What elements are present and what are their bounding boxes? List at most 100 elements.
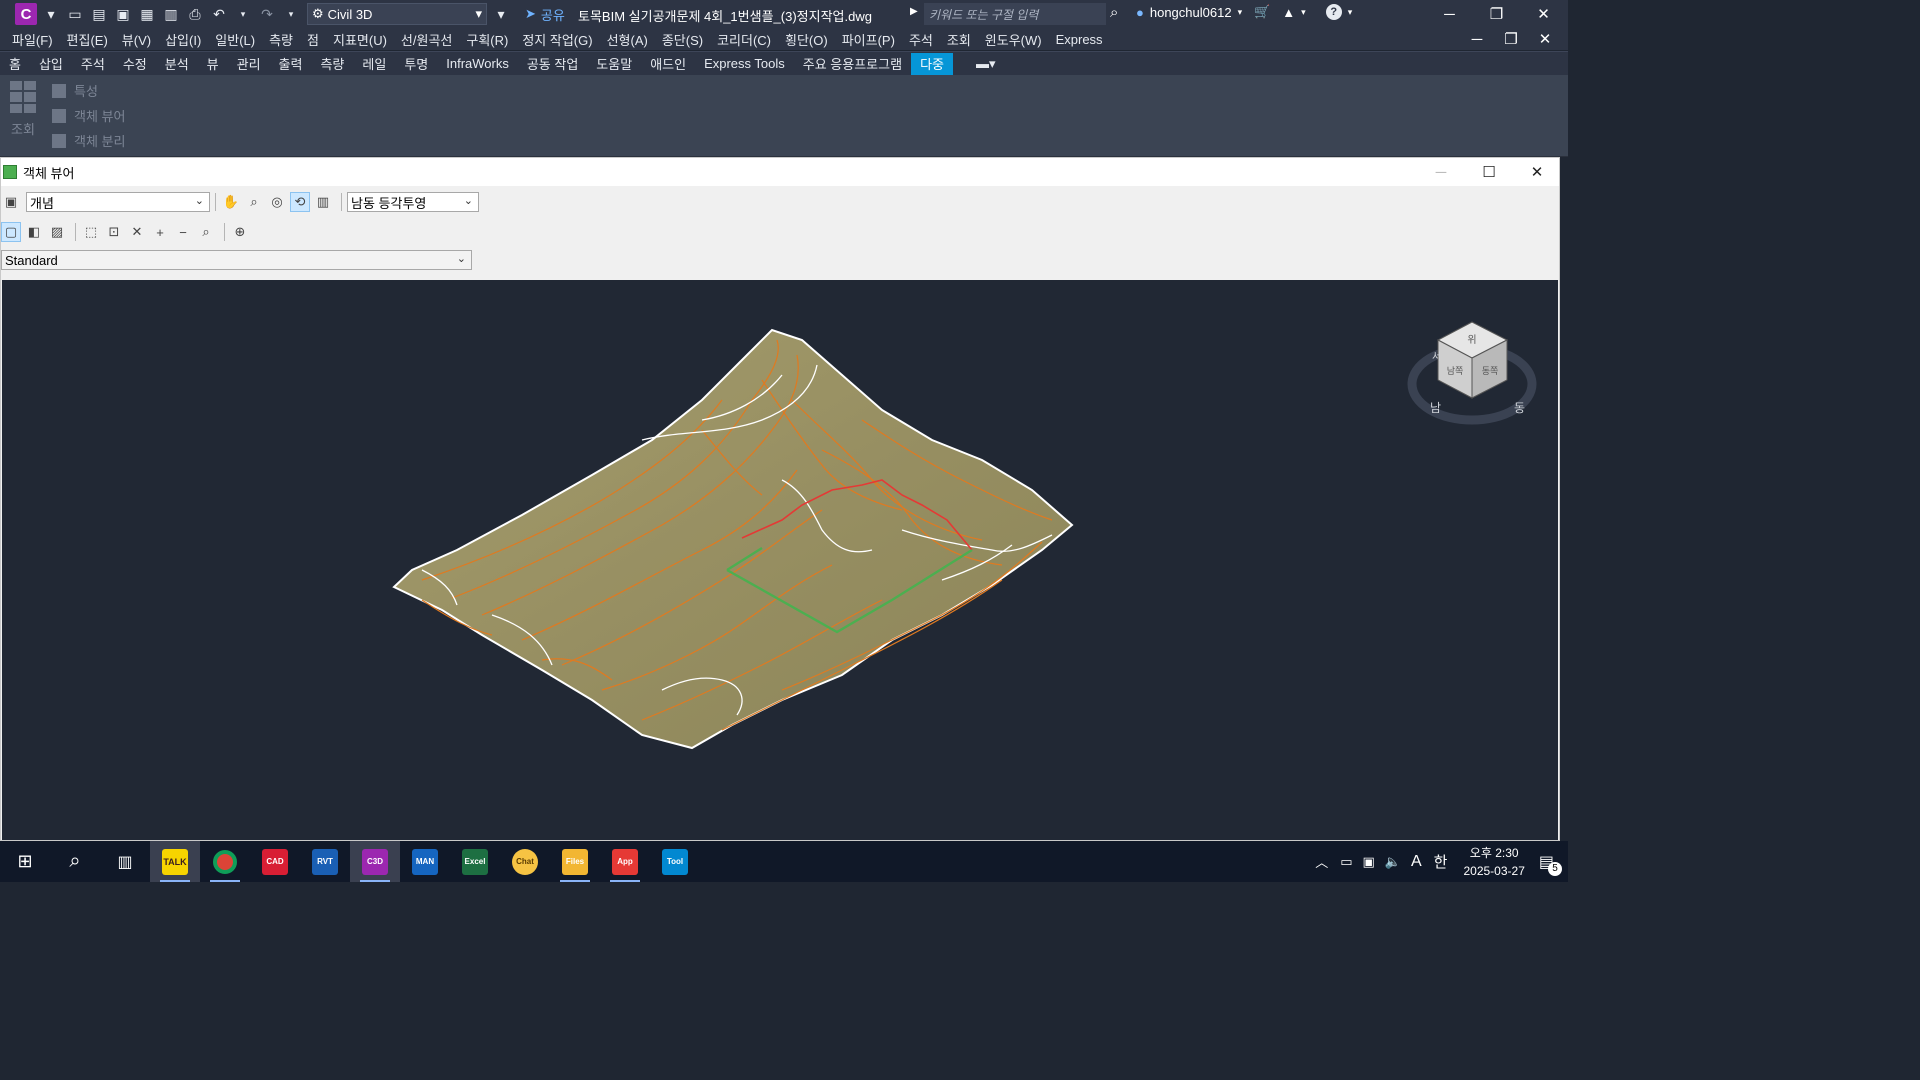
redo-icon[interactable]: ↷ xyxy=(257,4,277,24)
render-icon[interactable]: ▨ xyxy=(47,222,67,242)
menu-file[interactable]: 파일(F) xyxy=(12,30,53,49)
wireframe-icon[interactable]: ▢ xyxy=(1,222,21,242)
free-orbit-icon[interactable]: ⟲ xyxy=(290,192,310,212)
taskbar-app[interactable]: App xyxy=(600,841,650,882)
tab-output[interactable]: 출력 xyxy=(270,53,312,75)
tab-analyze[interactable]: 분석 xyxy=(156,53,198,75)
search-input[interactable]: 키워드 또는 구절 입력 xyxy=(924,3,1106,25)
minimize-icon[interactable]: ─ xyxy=(1426,0,1473,28)
menu-sections[interactable]: 횡단(O) xyxy=(785,30,828,49)
battery-icon[interactable]: ▭ xyxy=(1340,854,1352,870)
viewcube[interactable]: 위 남쪽 동쪽 남 동 서 xyxy=(1407,321,1537,425)
menu-grading[interactable]: 정지 작업(G) xyxy=(522,30,592,49)
zoom-object-icon[interactable]: ⊡ xyxy=(104,222,124,242)
undo-dropdown-icon[interactable]: ▾ xyxy=(233,4,253,24)
zoom-window-icon[interactable]: ⬚ xyxy=(81,222,101,242)
zoom-out-icon[interactable]: − xyxy=(173,222,193,242)
menu-points[interactable]: 점 xyxy=(307,30,319,49)
3d-viewport[interactable]: 위 남쪽 동쪽 남 동 서 xyxy=(2,280,1558,840)
civil3d-logo-icon[interactable]: C xyxy=(15,3,37,25)
tab-express-tools[interactable]: Express Tools xyxy=(695,53,794,75)
visual-style-select[interactable]: 개념 ⌄ xyxy=(26,192,210,212)
taskbar-kakaotalk[interactable]: TALK xyxy=(150,841,200,882)
tab-rail[interactable]: 레일 xyxy=(353,53,395,75)
inquiry-big-button[interactable]: 조회 xyxy=(8,81,38,141)
autodesk-icon[interactable]: ▲ xyxy=(1282,5,1295,20)
taskbar-tool[interactable]: Tool xyxy=(650,841,700,882)
user-menu[interactable]: ● hongchul0612 ▾ 🛒 ▲ ▾ ? ▾ xyxy=(1136,4,1352,20)
menu-express[interactable]: Express xyxy=(1056,32,1103,47)
task-view-button[interactable]: ▥ xyxy=(100,841,150,882)
menu-profiles[interactable]: 종단(S) xyxy=(662,30,703,49)
ime-mode[interactable]: A xyxy=(1411,853,1422,871)
expand-arrow-icon[interactable]: ▶ xyxy=(910,6,918,17)
zoom-icon[interactable]: ⌕ xyxy=(244,192,264,212)
logo-dropdown-icon[interactable]: ▾ xyxy=(41,4,61,24)
menu-survey[interactable]: 측량 xyxy=(269,30,293,49)
taskbar-chat[interactable]: Chat xyxy=(500,841,550,882)
view-direction-select[interactable]: 남동 등각투영 ⌄ xyxy=(347,192,479,212)
help-icon[interactable]: ? xyxy=(1325,4,1342,20)
tab-insert[interactable]: 삽입 xyxy=(30,53,72,75)
menu-window[interactable]: 윈도우(W) xyxy=(985,30,1042,49)
menu-alignments[interactable]: 선형(A) xyxy=(607,30,648,49)
tab-modify[interactable]: 수정 xyxy=(114,53,156,75)
pan-icon[interactable]: ✋ xyxy=(221,192,241,212)
properties-button[interactable]: 특성 xyxy=(52,81,98,100)
viewer-maximize-icon[interactable]: ☐ xyxy=(1465,158,1513,186)
workspace-selector[interactable]: ⚙ Civil 3D ▾ xyxy=(307,3,487,25)
taskbar-file-explorer[interactable]: Files xyxy=(550,841,600,882)
share-button[interactable]: ➤ 공유 xyxy=(525,5,565,24)
object-viewer-title-bar[interactable]: 객체 뷰어 ─ ☐ ✕ xyxy=(1,158,1559,186)
doc-close-icon[interactable]: ✕ xyxy=(1528,28,1562,50)
menu-pipes[interactable]: 파이프(P) xyxy=(842,30,895,49)
network-icon[interactable]: ▣ xyxy=(1363,854,1375,870)
ribbon-options-icon[interactable]: ▬▾ xyxy=(967,53,1005,75)
volume-icon[interactable]: 🔈 xyxy=(1385,854,1401,870)
cart-icon[interactable]: 🛒 xyxy=(1254,4,1270,20)
tab-infraworks[interactable]: InfraWorks xyxy=(437,53,518,75)
new-file-icon[interactable]: ▭ xyxy=(65,4,85,24)
object-viewer-button[interactable]: 객체 뷰어 xyxy=(52,106,125,125)
close-icon[interactable]: ✕ xyxy=(1520,0,1567,28)
tab-collaborate[interactable]: 공동 작업 xyxy=(518,53,587,75)
orbit-icon[interactable]: ◎ xyxy=(267,192,287,212)
menu-edit[interactable]: 편집(E) xyxy=(67,30,108,49)
menu-view[interactable]: 뷰(V) xyxy=(122,30,151,49)
tab-multiple[interactable]: 다중 xyxy=(911,52,953,75)
menu-parcels[interactable]: 구획(R) xyxy=(466,30,508,49)
save-icon[interactable]: ▣ xyxy=(113,4,133,24)
customize-dropdown-icon[interactable]: ▾ xyxy=(491,4,511,24)
taskbar-revit[interactable]: RVT xyxy=(300,841,350,882)
start-button[interactable]: ⊞ xyxy=(0,841,50,882)
redo-dropdown-icon[interactable]: ▾ xyxy=(281,4,301,24)
open-folder-icon[interactable]: ▤ xyxy=(89,4,109,24)
menu-inquiry[interactable]: 조회 xyxy=(947,30,971,49)
tab-manage[interactable]: 관리 xyxy=(228,53,270,75)
tab-survey[interactable]: 측량 xyxy=(311,53,353,75)
notification-icon[interactable]: ▤ 5 xyxy=(1539,852,1562,876)
menu-corridors[interactable]: 코리더(C) xyxy=(717,30,771,49)
menu-insert[interactable]: 삽입(I) xyxy=(165,30,201,49)
menu-general[interactable]: 일반(L) xyxy=(215,30,255,49)
clock[interactable]: 오후 2:30 2025-03-27 xyxy=(1463,844,1524,880)
zoom-extents-icon[interactable]: ✕ xyxy=(127,222,147,242)
publish-icon[interactable]: ▥ xyxy=(161,4,181,24)
language-indicator[interactable]: 한 xyxy=(1434,851,1448,872)
taskbar-navisworks[interactable]: MAN xyxy=(400,841,450,882)
shaded-icon[interactable]: ◧ xyxy=(24,222,44,242)
taskbar-autocad[interactable]: CAD xyxy=(250,841,300,882)
menu-surfaces[interactable]: 지표면(U) xyxy=(333,30,387,49)
search-icon[interactable]: ⌕ xyxy=(1110,4,1118,21)
camera-icon[interactable]: ▥ xyxy=(313,192,333,212)
target-icon[interactable]: ⊕ xyxy=(230,222,250,242)
taskbar-excel[interactable]: Excel xyxy=(450,841,500,882)
zoom-realtime-icon[interactable]: ⌕ xyxy=(196,222,216,242)
menu-annotate[interactable]: 주석 xyxy=(909,30,933,49)
taskbar-search[interactable]: ⌕ xyxy=(50,841,100,882)
tab-help[interactable]: 도움말 xyxy=(587,53,641,75)
isolate-objects-button[interactable]: 객체 분리 xyxy=(52,131,125,150)
tab-transparent[interactable]: 투명 xyxy=(395,53,437,75)
tab-view[interactable]: 뷰 xyxy=(198,53,228,75)
zoom-in-icon[interactable]: + xyxy=(150,222,170,242)
